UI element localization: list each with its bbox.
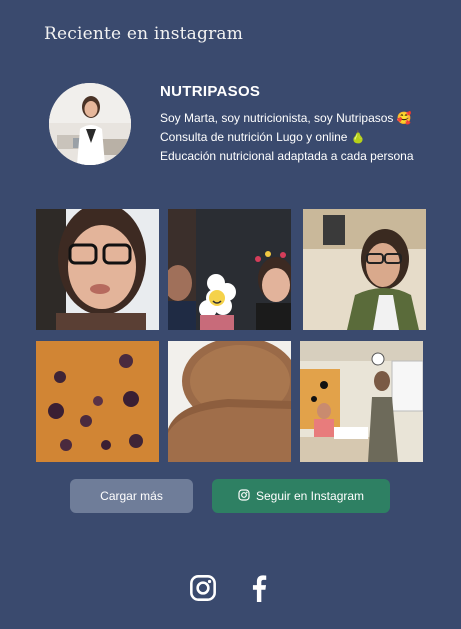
feed-post[interactable] bbox=[36, 209, 159, 330]
social-links bbox=[0, 572, 461, 604]
profile-bio: Soy Marta, soy nutricionista, soy Nutrip… bbox=[160, 109, 414, 166]
bio-line: Soy Marta, soy nutricionista, soy Nutrip… bbox=[160, 111, 412, 125]
feed-post[interactable] bbox=[36, 341, 159, 462]
load-more-label: Cargar más bbox=[100, 489, 163, 503]
bio-line: Consulta de nutrición Lugo y online 🍐 bbox=[160, 130, 366, 144]
follow-label: Seguir en Instagram bbox=[255, 489, 365, 503]
instagram-profile-header: NUTRIPASOS Soy Marta, soy nutricionista,… bbox=[49, 83, 449, 173]
section-title: Reciente en instagram bbox=[44, 24, 244, 44]
load-more-button[interactable]: Cargar más bbox=[70, 479, 193, 513]
bio-line: Educación nutricional adaptada a cada pe… bbox=[160, 149, 414, 163]
instagram-icon[interactable] bbox=[187, 572, 219, 604]
feed-post[interactable] bbox=[168, 209, 291, 330]
feed-post[interactable] bbox=[300, 341, 423, 462]
follow-on-instagram-button[interactable]: Seguir en Instagram bbox=[212, 479, 390, 513]
instagram-icon bbox=[238, 488, 250, 504]
profile-name[interactable]: NUTRIPASOS bbox=[160, 83, 260, 100]
feed-post[interactable] bbox=[303, 209, 426, 330]
profile-avatar[interactable] bbox=[49, 83, 131, 165]
feed-post[interactable] bbox=[168, 341, 291, 462]
facebook-icon[interactable] bbox=[243, 572, 275, 604]
instagram-feed-grid bbox=[36, 209, 426, 463]
